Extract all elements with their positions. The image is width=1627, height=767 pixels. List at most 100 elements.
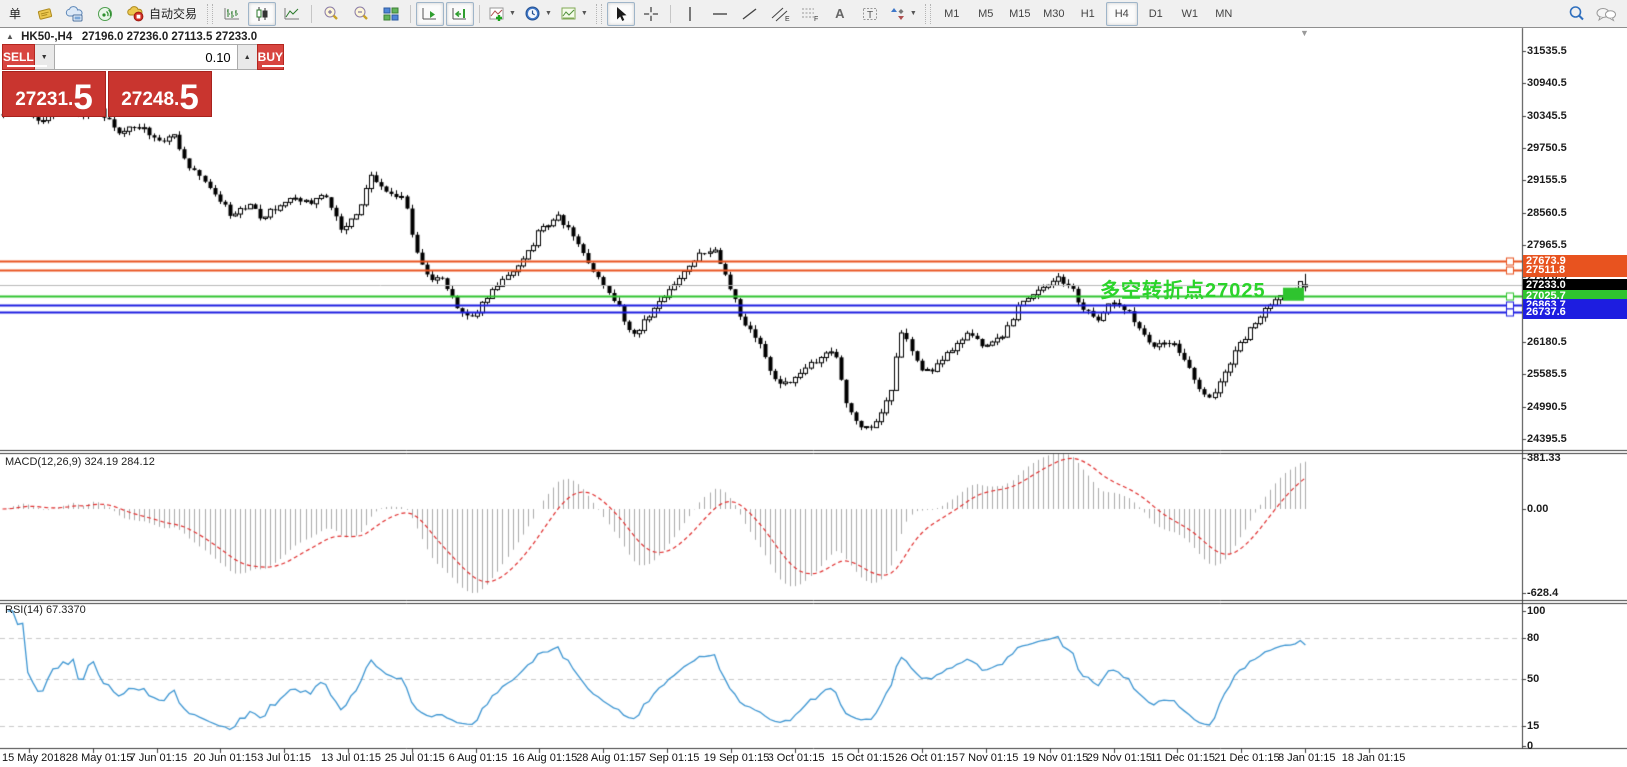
price-axis-tick: 24395.5	[1527, 433, 1567, 445]
indicators-button[interactable]: ▼	[485, 2, 519, 26]
mql-community-icon[interactable]	[61, 2, 89, 26]
time-axis-label: 20 Jun 01:15	[193, 752, 257, 764]
timeframe-m15-button[interactable]: M15	[1004, 2, 1036, 26]
time-axis-label: 26 Oct 01:15	[895, 752, 958, 764]
chat-button[interactable]	[1592, 2, 1620, 26]
rsi-axis-tick: 15	[1527, 720, 1539, 732]
timeframe-m5-button[interactable]: M5	[970, 2, 1002, 26]
crosshair-tool-button[interactable]	[637, 2, 665, 26]
quote-panel-collapse-icon[interactable]: ▲	[6, 32, 14, 41]
vertical-line-tool-button[interactable]	[676, 2, 704, 26]
one-click-trading-panel: SELL ▼ ▲ BUY 27231.5 27248.5	[2, 44, 212, 117]
text-tool-button[interactable]: A	[826, 2, 854, 26]
dropdown-arrow-icon: ▼	[910, 10, 917, 17]
sell-button[interactable]: SELL	[2, 44, 35, 70]
time-axis-label: 6 Aug 01:15	[449, 752, 508, 764]
autotrading-icon	[126, 6, 146, 22]
tile-windows-button[interactable]	[377, 2, 405, 26]
horizontal-line-tool-button[interactable]	[706, 2, 734, 26]
dropdown-arrow-icon: ▼	[509, 10, 516, 17]
bar-chart-button[interactable]	[218, 2, 246, 26]
dropdown-arrow-icon: ▼	[581, 10, 588, 17]
time-axis-label: 13 Jul 01:15	[321, 752, 381, 764]
time-axis-label: 19 Nov 01:15	[1023, 752, 1088, 764]
new-order-button[interactable]: 单	[1, 2, 29, 26]
lot-increase-button[interactable]: ▲	[238, 45, 257, 69]
order-pad-icon[interactable]	[31, 2, 59, 26]
price-axis-tick: 31535.5	[1527, 45, 1567, 57]
search-button[interactable]	[1562, 2, 1590, 26]
rsi-axis-tick: 80	[1527, 632, 1539, 644]
time-axis-label: 11 Dec 01:15	[1150, 752, 1215, 764]
time-axis-label: 15 May 2018	[2, 752, 66, 764]
chart-canvas[interactable]	[0, 0, 1627, 767]
chart-title: ▲ HK50-,H4 27196.0 27236.0 27113.5 27233…	[6, 31, 257, 43]
price-axis-tick: 26180.5	[1527, 336, 1567, 348]
zoom-in-button[interactable]	[317, 2, 345, 26]
svg-text:T: T	[867, 10, 873, 21]
toolbar-separator	[311, 5, 312, 23]
timeframe-h1-button[interactable]: H1	[1072, 2, 1104, 26]
time-axis-label: 3 Oct 01:15	[768, 752, 825, 764]
time-axis-label: 8 Jan 01:15	[1278, 752, 1336, 764]
time-axis-label: 7 Nov 01:15	[959, 752, 1018, 764]
sell-price-display[interactable]: 27231.5	[2, 71, 106, 117]
price-line-label-resistance: 27511.8	[1523, 264, 1627, 277]
time-axis-label: 16 Aug 01:15	[512, 752, 577, 764]
svg-text:F: F	[814, 16, 818, 22]
time-axis-label: 29 Nov 01:15	[1087, 752, 1152, 764]
price-axis-tick: 30940.5	[1527, 77, 1567, 89]
toolbar-separator	[670, 5, 671, 23]
price-axis-tick: 29155.5	[1527, 174, 1567, 186]
auto-scroll-button[interactable]	[416, 2, 444, 26]
toolbar: 单 自动交易 ▼ ▼	[0, 0, 1627, 28]
macd-axis-tick: 0.00	[1527, 503, 1548, 515]
time-axis-label: 19 Sep 01:15	[704, 752, 769, 764]
toolbar-separator	[410, 5, 411, 23]
rsi-axis-tick: 100	[1527, 605, 1545, 617]
templates-button[interactable]: ▼	[557, 2, 591, 26]
zoom-out-button[interactable]	[347, 2, 375, 26]
label-tool-button[interactable]: T	[856, 2, 884, 26]
time-axis-label: 15 Oct 01:15	[831, 752, 894, 764]
time-axis-label: 21 Dec 01:15	[1214, 752, 1279, 764]
timeframe-d1-button[interactable]: D1	[1140, 2, 1172, 26]
chart-shift-button[interactable]	[446, 2, 474, 26]
line-chart-button[interactable]	[278, 2, 306, 26]
fibonacci-tool-button[interactable]: F	[796, 2, 824, 26]
buy-price-display[interactable]: 27248.5	[108, 71, 212, 117]
macd-indicator-label: MACD(12,26,9) 324.19 284.12	[5, 456, 155, 468]
timeframe-h4-button[interactable]: H4	[1106, 2, 1138, 26]
price-axis-tick: 28560.5	[1527, 207, 1567, 219]
rsi-axis-tick: 0	[1527, 740, 1533, 752]
pivot-annotation-text: 多空转折点27025	[1100, 274, 1266, 303]
time-axis-label: 25 Jul 01:15	[385, 752, 445, 764]
price-axis-tick: 24990.5	[1527, 401, 1567, 413]
trendline-tool-button[interactable]	[736, 2, 764, 26]
arrows-tool-button[interactable]: ▼	[886, 2, 920, 26]
rsi-indicator-label: RSI(14) 67.3370	[5, 604, 86, 616]
timeframe-m30-button[interactable]: M30	[1038, 2, 1070, 26]
periods-button[interactable]: ▼	[521, 2, 555, 26]
lot-stepper: ▼ ▲	[35, 44, 257, 70]
price-axis-tick: 30345.5	[1527, 110, 1567, 122]
time-axis-label: 18 Jan 01:15	[1342, 752, 1406, 764]
timeframe-w1-button[interactable]: W1	[1174, 2, 1206, 26]
buy-button[interactable]: BUY	[257, 44, 284, 70]
timeframe-mn-button[interactable]: MN	[1208, 2, 1240, 26]
timeframe-m1-button[interactable]: M1	[936, 2, 968, 26]
chart-shift-marker-icon[interactable]: ▼	[1300, 28, 1309, 38]
chart-ohlc-values: 27196.0 27236.0 27113.5 27233.0	[82, 31, 257, 43]
channel-tool-button[interactable]: E	[766, 2, 794, 26]
cursor-tool-button[interactable]	[607, 2, 635, 26]
toolbar-grip	[207, 4, 213, 24]
price-axis-tick: 29750.5	[1527, 142, 1567, 154]
toolbar-grip	[596, 4, 602, 24]
lot-size-input[interactable]	[54, 45, 238, 69]
autotrading-button[interactable]: 自动交易	[121, 2, 202, 26]
candlestick-chart-button[interactable]	[248, 2, 276, 26]
svg-text:E: E	[785, 16, 790, 22]
signals-icon[interactable]	[91, 2, 119, 26]
chart-symbol-period: HK50-,H4	[21, 31, 72, 43]
time-axis-label: 28 May 01:15	[66, 752, 133, 764]
